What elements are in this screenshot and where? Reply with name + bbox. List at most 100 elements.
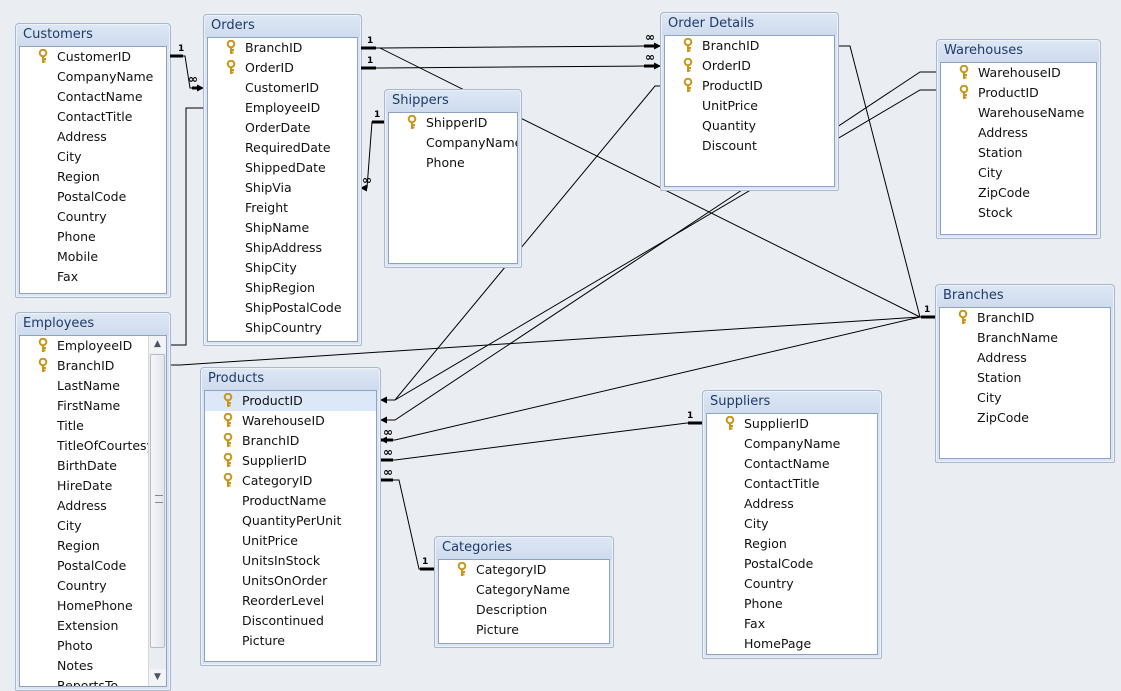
field-row[interactable]: HomePhone xyxy=(20,596,166,616)
field-row[interactable]: CategoryID xyxy=(439,560,609,580)
field-row[interactable]: City xyxy=(707,514,877,534)
relationship-line[interactable] xyxy=(361,62,661,70)
relationship-line[interactable] xyxy=(361,42,661,50)
field-row[interactable]: ShipPostalCode xyxy=(208,298,357,318)
field-row[interactable]: City xyxy=(940,388,1110,408)
field-row[interactable]: ZipCode xyxy=(940,408,1110,428)
scrollbar-thumb[interactable] xyxy=(150,354,165,648)
field-row[interactable]: WarehouseID xyxy=(941,63,1096,83)
field-row[interactable]: ShipCity xyxy=(208,258,357,278)
table-title[interactable]: Products xyxy=(201,368,380,389)
field-row[interactable]: Fax xyxy=(20,267,166,287)
field-row[interactable]: LastName xyxy=(20,376,166,396)
field-row[interactable]: Extension xyxy=(20,616,166,636)
field-row[interactable]: BranchID xyxy=(205,431,376,451)
field-row[interactable]: Freight xyxy=(208,198,357,218)
field-row[interactable]: CustomerID xyxy=(208,78,357,98)
field-row[interactable]: BranchID xyxy=(940,308,1110,328)
scroll-up-icon[interactable]: ▲ xyxy=(149,336,166,353)
field-row[interactable]: Mobile xyxy=(20,247,166,267)
field-row[interactable]: Stock xyxy=(941,203,1096,223)
field-row[interactable]: PostalCode xyxy=(20,556,166,576)
field-row[interactable]: BranchID xyxy=(208,38,357,58)
table-title[interactable]: Employees xyxy=(16,313,170,334)
field-row[interactable]: ShipperID xyxy=(389,113,517,133)
field-row[interactable]: Phone xyxy=(707,594,877,614)
field-row[interactable]: UnitsOnOrder xyxy=(205,571,376,591)
field-row[interactable]: HireDate xyxy=(20,476,166,496)
field-row[interactable]: BranchID xyxy=(20,356,166,376)
table-branches[interactable]: Branches BranchID BranchName Address Station… xyxy=(935,284,1115,463)
field-row[interactable]: CustomerID xyxy=(20,47,166,67)
field-row[interactable]: ShipAddress xyxy=(208,238,357,258)
field-row[interactable]: ProductID xyxy=(941,83,1096,103)
table-employees[interactable]: Employees EmployeeID BranchID LastName First… xyxy=(15,312,171,691)
field-row[interactable]: BranchID xyxy=(665,36,834,56)
field-row[interactable]: UnitPrice xyxy=(665,96,834,116)
field-row[interactable]: Country xyxy=(20,576,166,596)
field-row[interactable]: PostalCode xyxy=(20,187,166,207)
field-row[interactable]: Photo xyxy=(20,636,166,656)
field-row[interactable]: WarehouseID xyxy=(205,411,376,431)
table-shippers[interactable]: Shippers ShipperID CompanyName Phone xyxy=(384,89,522,268)
table-title[interactable]: Suppliers xyxy=(703,391,881,412)
table-orders[interactable]: Orders BranchID OrderID CustomerID EmployeeI… xyxy=(203,14,362,346)
field-row[interactable]: SupplierID xyxy=(205,451,376,471)
field-row[interactable]: ShipRegion xyxy=(208,278,357,298)
field-row[interactable]: ShipVia xyxy=(208,178,357,198)
field-row[interactable]: ContactTitle xyxy=(707,474,877,494)
field-row[interactable]: Region xyxy=(707,534,877,554)
field-row[interactable]: Phone xyxy=(389,153,517,173)
field-row[interactable]: ShipCountry xyxy=(208,318,357,338)
field-row[interactable]: Address xyxy=(707,494,877,514)
field-row[interactable]: Region xyxy=(20,167,166,187)
table-title[interactable]: Categories xyxy=(435,537,613,558)
field-row[interactable]: PostalCode xyxy=(707,554,877,574)
vertical-scrollbar[interactable]: ▲ ▼ xyxy=(148,336,166,686)
field-row[interactable]: Region xyxy=(20,536,166,556)
field-row[interactable]: ShipName xyxy=(208,218,357,238)
table-title[interactable]: Branches xyxy=(936,285,1114,306)
field-row[interactable]: CompanyName xyxy=(707,434,877,454)
field-row[interactable]: Notes xyxy=(20,656,166,676)
field-row[interactable]: Fax xyxy=(707,614,877,634)
field-row[interactable]: TitleOfCourtesy xyxy=(20,436,166,456)
field-row[interactable]: ProductID xyxy=(665,76,834,96)
field-row[interactable]: ProductName xyxy=(205,491,376,511)
field-row[interactable]: OrderID xyxy=(665,56,834,76)
field-row[interactable]: EmployeeID xyxy=(20,336,166,356)
field-row[interactable]: Discount xyxy=(665,136,834,156)
field-row[interactable]: Picture xyxy=(205,631,376,651)
field-row[interactable]: Discontinued xyxy=(205,611,376,631)
field-row[interactable]: HomePage xyxy=(707,634,877,654)
field-row[interactable]: WarehouseName xyxy=(941,103,1096,123)
table-title[interactable]: Orders xyxy=(204,15,361,36)
field-row[interactable]: Station xyxy=(940,368,1110,388)
relationship-line[interactable] xyxy=(381,479,434,570)
field-row[interactable]: CompanyName xyxy=(20,67,166,87)
field-row[interactable]: Quantity xyxy=(665,116,834,136)
table-customers[interactable]: Customers CustomerID CompanyName ContactNam… xyxy=(15,23,171,298)
field-row[interactable]: CategoryID xyxy=(205,471,376,491)
table-title[interactable]: Order Details xyxy=(661,13,838,34)
field-row[interactable]: OrderDate xyxy=(208,118,357,138)
table-products[interactable]: Products ProductID WarehouseID BranchID Supp… xyxy=(200,367,381,666)
field-row[interactable]: Address xyxy=(941,123,1096,143)
field-row[interactable]: ContactTitle xyxy=(20,107,166,127)
scroll-down-icon[interactable]: ▼ xyxy=(149,669,166,686)
field-row[interactable]: Address xyxy=(940,348,1110,368)
table-title[interactable]: Customers xyxy=(16,24,170,45)
field-row[interactable]: UnitPrice xyxy=(205,531,376,551)
field-row[interactable]: ZipCode xyxy=(941,183,1096,203)
field-row[interactable]: Phone xyxy=(20,227,166,247)
field-row[interactable]: FirstName xyxy=(20,396,166,416)
field-row[interactable]: BirthDate xyxy=(20,456,166,476)
table-categories[interactable]: Categories CategoryID CategoryName Descript… xyxy=(434,536,614,648)
field-row[interactable]: Address xyxy=(20,127,166,147)
relationship-line[interactable] xyxy=(170,55,204,92)
table-title[interactable]: Shippers xyxy=(385,90,521,111)
field-row[interactable]: EmployeeID xyxy=(208,98,357,118)
relationship-line[interactable] xyxy=(381,422,702,461)
field-row[interactable]: City xyxy=(20,147,166,167)
field-row[interactable]: SupplierID xyxy=(707,414,877,434)
